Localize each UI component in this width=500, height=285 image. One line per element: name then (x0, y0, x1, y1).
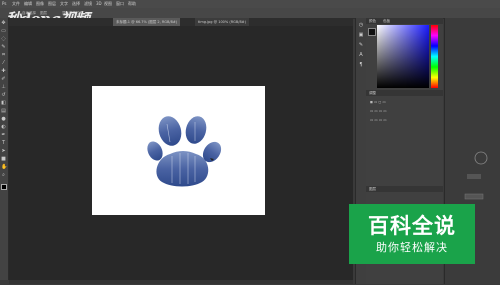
eraser-tool-icon[interactable]: ◧ (1, 101, 6, 106)
stamp-tool-icon[interactable]: ⊥ (1, 85, 6, 90)
tab-adjustments[interactable]: 调整 (369, 91, 376, 95)
paw-print-artwork (147, 116, 222, 187)
menu-file[interactable]: 文件 (12, 1, 20, 7)
color-picker-field[interactable] (377, 25, 429, 88)
hue-slider[interactable] (431, 25, 438, 88)
brush-tool-icon[interactable]: ✐ (1, 77, 6, 82)
panel-header-adjustments: 调整 (366, 90, 443, 96)
menu-filter[interactable]: 滤镜 (84, 1, 92, 7)
menu-image[interactable]: 图像 (36, 1, 44, 7)
lasso-tool-icon[interactable]: ◌ (1, 37, 6, 42)
paragraph-icon[interactable]: ¶ (358, 62, 364, 68)
properties-icon[interactable]: ▣ (358, 32, 364, 38)
history-icon[interactable]: ◷ (358, 22, 364, 28)
pen-tool-icon[interactable]: ✒ (1, 133, 6, 138)
menu-layer[interactable]: 图层 (48, 1, 56, 7)
menu-3d[interactable]: 3D (96, 1, 102, 6)
tab-layers[interactable]: 图层 (369, 187, 376, 191)
panel-header-layers: 图层 (366, 186, 443, 192)
menu-window[interactable]: 窗口 (116, 1, 124, 7)
foreground-color-swatch[interactable] (1, 184, 7, 190)
marquee-tool-icon[interactable]: ▭ (1, 29, 6, 34)
shape-tool-icon[interactable]: ■ (1, 157, 6, 162)
paw-toe-1 (158, 116, 182, 146)
menu-select[interactable]: 选择 (72, 1, 80, 7)
eyedropper-tool-icon[interactable]: ⁄ (1, 61, 6, 66)
adjustment-row-3[interactable]: ▭ ▭ ▭ ▭ (370, 118, 387, 123)
tab-color[interactable]: 颜色 (369, 19, 376, 23)
path-select-tool-icon[interactable]: ➤ (1, 149, 6, 154)
tab-swatches[interactable]: 色板 (383, 19, 390, 23)
adjustment-row-1[interactable]: ◼ ▭ ◻ ▭ (370, 100, 386, 105)
menu-edit[interactable]: 编辑 (24, 1, 32, 7)
type-tool-icon[interactable]: T (1, 141, 6, 146)
badge-subtitle: 助你轻松解决 (376, 241, 448, 254)
tab-document-2[interactable]: timg.jpg @ 100% (RGB/8#) (195, 18, 249, 26)
dodge-tool-icon[interactable]: ◐ (1, 125, 6, 130)
menu-help[interactable]: 帮助 (128, 1, 136, 7)
history-brush-tool-icon[interactable]: ↺ (1, 93, 6, 98)
panel-header-color: 颜色 色板 (366, 18, 443, 24)
menu-bar: Ps 文件 编辑 图像 图层 文字 选择 滤镜 3D 视图 窗口 帮助 (0, 0, 500, 8)
character-icon[interactable]: A (358, 52, 364, 58)
document-tabs: 未标题-1 @ 66.7% (图层 2, RGB/8#) timg.jpg @ … (9, 18, 353, 26)
paw-toe-2 (185, 116, 207, 144)
adjustment-row-2[interactable]: ▭ ▭ ▭ ▭ (370, 109, 387, 114)
zoom-tool-icon[interactable]: ⌕ (1, 173, 6, 178)
menu-view[interactable]: 视图 (104, 1, 112, 7)
crop-tool-icon[interactable]: ⌗ (1, 53, 6, 58)
status-bar (9, 280, 353, 284)
healing-tool-icon[interactable]: ✚ (1, 69, 6, 74)
brush-settings-icon[interactable]: ✎ (358, 42, 364, 48)
tab-document-1[interactable]: 未标题-1 @ 66.7% (图层 2, RGB/8#) (113, 18, 181, 26)
quick-select-tool-icon[interactable]: ✎ (1, 45, 6, 50)
ps-logo[interactable]: Ps (2, 1, 6, 6)
badge-title: 百科全说 (368, 214, 456, 238)
gradient-tool-icon[interactable]: ▤ (1, 109, 6, 114)
document-canvas[interactable] (92, 86, 265, 215)
foreground-swatch[interactable] (368, 28, 376, 36)
menu-type[interactable]: 文字 (60, 1, 68, 7)
move-tool-icon[interactable]: ✥ (1, 21, 6, 26)
blur-tool-icon[interactable]: ● (1, 117, 6, 122)
tools-panel: ✥ ▭ ◌ ✎ ⌗ ⁄ ✚ ✐ ⊥ ↺ ◧ ▤ ● ◐ ✒ T ➤ ■ ✋ ⌕ (0, 18, 9, 280)
baike-badge: 百科全说 助你轻松解决 (349, 204, 475, 264)
paw-main-pad (156, 151, 209, 187)
hand-tool-icon[interactable]: ✋ (1, 165, 7, 170)
